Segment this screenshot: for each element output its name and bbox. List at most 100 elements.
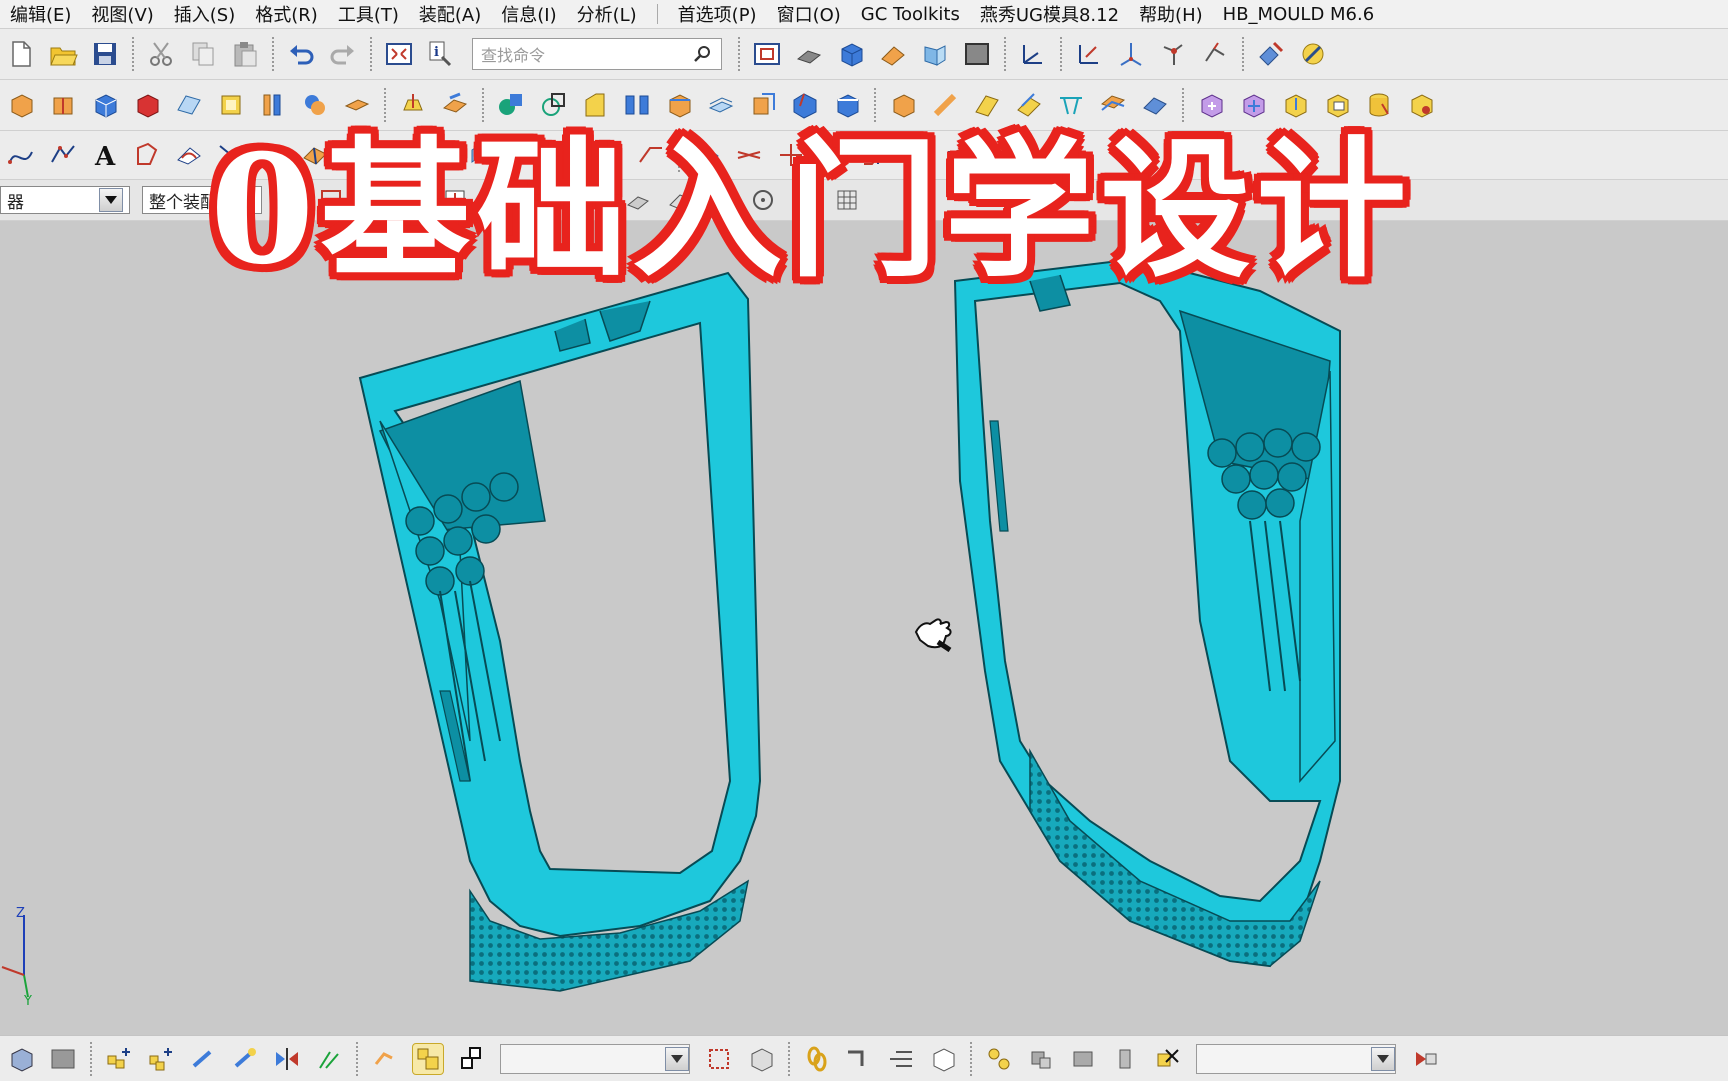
menu-yanxiu-mould[interactable]: 燕秀UG模具8.12 [970, 1, 1129, 27]
origin-icon[interactable] [1116, 39, 1146, 69]
hole-icon[interactable] [258, 90, 288, 120]
wcs-icon[interactable] [1018, 39, 1048, 69]
offset-face-icon[interactable] [664, 90, 694, 120]
new-file-icon[interactable] [6, 39, 36, 69]
edit-object-icon[interactable] [1256, 39, 1286, 69]
package-icon[interactable] [746, 1044, 776, 1074]
mould-cylinder-icon[interactable] [1364, 90, 1394, 120]
menu-view[interactable]: 视图(V) [81, 1, 163, 27]
model-view[interactable] [0, 221, 1728, 1035]
display-icon[interactable] [1298, 39, 1328, 69]
promote-icon[interactable] [1068, 1044, 1098, 1074]
make-coplanar-icon[interactable] [1098, 90, 1128, 120]
information-icon[interactable]: i [426, 39, 456, 69]
extrude-icon[interactable] [48, 90, 78, 120]
play-icon[interactable] [1410, 1044, 1440, 1074]
clearance-icon[interactable] [1110, 1044, 1140, 1074]
right-part[interactable] [953, 257, 1341, 968]
text-icon[interactable]: A [90, 140, 120, 170]
menu-analysis[interactable]: 分析(L) [567, 1, 647, 27]
sheet-icon[interactable] [174, 90, 204, 120]
menu-information[interactable]: 信息(I) [491, 1, 566, 27]
subtract-icon[interactable] [132, 90, 162, 120]
graphics-window[interactable] [0, 221, 1728, 1035]
menu-help[interactable]: 帮助(H) [1129, 1, 1213, 27]
background-icon[interactable] [878, 39, 908, 69]
arrangement-icon[interactable] [928, 1044, 958, 1074]
thicken-icon[interactable] [706, 90, 736, 120]
left-part[interactable] [358, 271, 762, 992]
mould-lift-icon[interactable] [1280, 90, 1310, 120]
redo-icon[interactable] [328, 39, 358, 69]
mould-copy-icon[interactable] [1322, 90, 1352, 120]
route-icon[interactable] [844, 1044, 874, 1074]
component-image-icon[interactable] [48, 1044, 78, 1074]
chevron-down-icon[interactable] [1371, 1046, 1395, 1071]
fit-view-icon[interactable] [384, 39, 414, 69]
menu-hb-mould[interactable]: HB_MOULD M6.6 [1213, 4, 1385, 25]
work-part-icon[interactable] [412, 1042, 444, 1075]
point-icon[interactable] [48, 140, 78, 170]
orient-view-icon[interactable] [794, 39, 824, 69]
block-icon[interactable] [6, 90, 36, 120]
cube-icon[interactable] [90, 90, 120, 120]
intersect-icon[interactable] [538, 90, 568, 120]
render-style-icon[interactable] [836, 39, 866, 69]
mould-insert-icon[interactable] [1196, 90, 1226, 120]
datum-csys-icon[interactable] [1074, 39, 1104, 69]
pattern-icon[interactable] [440, 90, 470, 120]
displayed-part-icon[interactable] [456, 1044, 486, 1074]
chamfer-icon[interactable] [832, 90, 862, 120]
split-body-icon[interactable] [622, 90, 652, 120]
trim-body-icon[interactable] [580, 90, 610, 120]
menu-format[interactable]: 格式(R) [245, 1, 328, 27]
unite-icon[interactable] [496, 90, 526, 120]
offset-region-icon[interactable] [972, 90, 1002, 120]
save-icon[interactable] [90, 39, 120, 69]
project-curve-icon[interactable] [174, 140, 204, 170]
pull-face-icon[interactable] [930, 90, 960, 120]
synchronous-move-icon[interactable] [888, 90, 918, 120]
chevron-down-icon[interactable] [99, 188, 123, 212]
assembly-navigator-icon[interactable] [6, 1044, 36, 1074]
component-group-icon[interactable] [984, 1044, 1014, 1074]
menu-insert[interactable]: 插入(S) [164, 1, 245, 27]
shell-icon[interactable] [216, 90, 246, 120]
mould-move-icon[interactable] [1238, 90, 1268, 120]
explode-view-icon[interactable] [314, 1044, 344, 1074]
new-component-icon[interactable] [146, 1044, 176, 1074]
menu-assembly[interactable]: 装配(A) [409, 1, 491, 27]
menu-tools[interactable]: 工具(T) [328, 1, 409, 27]
arrangement-select[interactable] [1196, 1043, 1396, 1074]
spline-icon[interactable] [6, 140, 36, 170]
open-folder-icon[interactable] [48, 39, 78, 69]
undo-icon[interactable] [286, 39, 316, 69]
menu-gc-toolkits[interactable]: GC Toolkits [851, 4, 970, 25]
orient-wcs-icon[interactable] [1200, 39, 1230, 69]
make-coaxial-icon[interactable] [1140, 90, 1170, 120]
remove-component-icon[interactable] [1152, 1044, 1182, 1074]
add-component-icon[interactable] [104, 1044, 134, 1074]
wave-link-icon[interactable] [370, 1044, 400, 1074]
menu-edit[interactable]: 编辑(E) [0, 1, 81, 27]
resize-blend-icon[interactable] [1014, 90, 1044, 120]
menu-window[interactable]: 窗口(O) [767, 1, 851, 27]
offset-curve-icon[interactable] [132, 140, 162, 170]
bounding-box-icon[interactable] [704, 1044, 734, 1074]
command-search-input[interactable]: 查找命令 [472, 38, 722, 70]
section-view-icon[interactable] [920, 39, 950, 69]
delete-face-icon[interactable] [1056, 90, 1086, 120]
blend-icon[interactable] [790, 90, 820, 120]
boss-icon[interactable] [300, 90, 330, 120]
pad-icon[interactable] [342, 90, 372, 120]
replace-component-icon[interactable] [1026, 1044, 1056, 1074]
layer-icon[interactable] [962, 39, 992, 69]
fit-icon[interactable] [752, 39, 782, 69]
menu-preferences[interactable]: 首选项(P) [668, 1, 767, 27]
sequence-icon[interactable] [886, 1044, 916, 1074]
component-filter-select[interactable] [500, 1043, 690, 1074]
replace-face-icon[interactable] [748, 90, 778, 120]
type-filter-select[interactable]: 器 [0, 186, 130, 214]
rotate-wcs-icon[interactable] [1158, 39, 1188, 69]
mould-tools-icon[interactable] [1406, 90, 1436, 120]
